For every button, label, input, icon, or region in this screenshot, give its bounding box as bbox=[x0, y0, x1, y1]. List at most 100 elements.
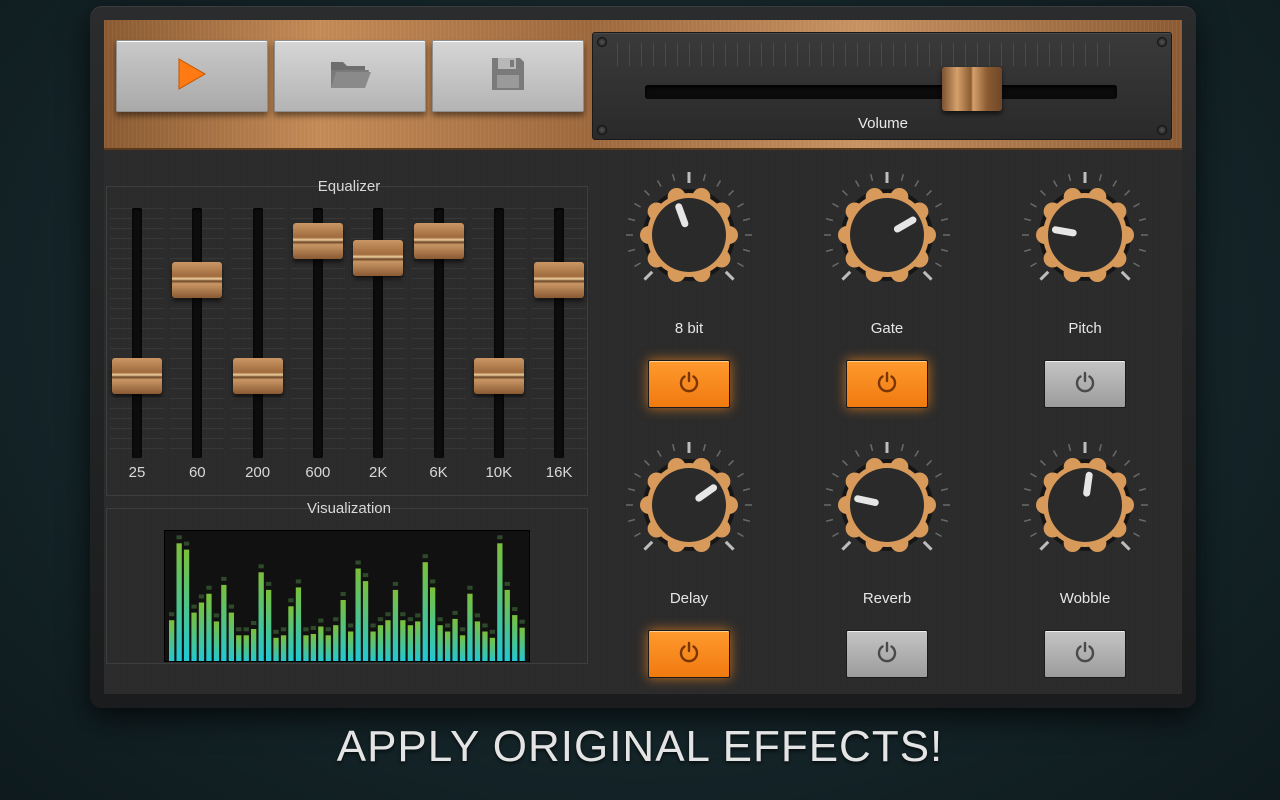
spectrum-peak bbox=[407, 617, 413, 622]
spectrum-peak bbox=[474, 613, 481, 618]
gate-power-toggle[interactable] bbox=[846, 360, 928, 408]
spectrum-bar bbox=[236, 635, 242, 661]
spectrum-bar bbox=[497, 543, 503, 661]
wobble-label: Wobble bbox=[1059, 590, 1111, 607]
spectrum-peak bbox=[303, 627, 309, 632]
eq-slider-thumb[interactable] bbox=[232, 357, 283, 394]
eq-slider-thumb[interactable] bbox=[413, 222, 464, 259]
volume-slider-thumb[interactable] bbox=[941, 67, 1002, 111]
spectrum-peak bbox=[348, 623, 354, 628]
spectrum-bar bbox=[467, 593, 473, 661]
play-button[interactable] bbox=[116, 40, 268, 112]
spectrum-bar bbox=[445, 631, 451, 661]
spectrum-peak bbox=[191, 604, 197, 609]
reverb-power-toggle[interactable] bbox=[846, 630, 928, 678]
spectrum-bar bbox=[273, 637, 279, 661]
spectrum-bar bbox=[482, 631, 488, 661]
spectrum-bar bbox=[362, 581, 369, 661]
spectrum-bar bbox=[430, 587, 436, 661]
eq-slider-thumb[interactable] bbox=[172, 261, 223, 298]
eq-band-10k bbox=[471, 208, 526, 468]
eq-slider-thumb[interactable] bbox=[534, 261, 585, 298]
eq-slider-track[interactable] bbox=[554, 208, 565, 458]
power-icon bbox=[678, 641, 700, 668]
eq-band-label: 10K bbox=[485, 464, 513, 481]
power-icon bbox=[1074, 641, 1096, 668]
spectrum-bar bbox=[340, 600, 346, 661]
spectrum-bar bbox=[348, 631, 354, 661]
delay-knob[interactable] bbox=[624, 440, 754, 570]
eq-band-label: 600 bbox=[305, 464, 331, 481]
power-icon bbox=[876, 641, 898, 668]
volume-slider-track[interactable] bbox=[645, 85, 1117, 99]
power-icon bbox=[1074, 371, 1096, 398]
spectrum-peak bbox=[467, 585, 473, 590]
pitch-power-toggle[interactable] bbox=[1044, 360, 1126, 408]
spectrum-peak bbox=[519, 619, 525, 624]
spectrum-display bbox=[164, 530, 530, 662]
wobble-knob[interactable] bbox=[1020, 440, 1150, 570]
spectrum-bar bbox=[422, 562, 428, 661]
screw-icon bbox=[1157, 37, 1167, 47]
spectrum-bar bbox=[169, 620, 175, 661]
app-screen: Volume Equalizer 25 60 200 600 2K 6K 10K 16K Vi… bbox=[104, 20, 1182, 694]
folder-open-icon bbox=[328, 58, 372, 95]
spectrum-bar bbox=[512, 615, 518, 661]
spectrum-bar bbox=[183, 549, 190, 661]
spectrum-bar bbox=[280, 635, 287, 661]
spectrum-bar bbox=[392, 589, 399, 661]
spectrum-chart bbox=[169, 535, 525, 661]
eq-band-label: 60 bbox=[188, 464, 206, 481]
eq-slider-track[interactable] bbox=[192, 208, 203, 458]
eq-slider-track[interactable] bbox=[493, 208, 504, 458]
open-file-button[interactable] bbox=[274, 40, 426, 112]
spectrum-peak bbox=[512, 607, 518, 612]
spectrum-bar bbox=[407, 625, 413, 661]
spectrum-bar bbox=[415, 621, 421, 661]
spectrum-bar bbox=[519, 627, 525, 661]
spectrum-bar bbox=[243, 635, 249, 661]
eq-slider-thumb[interactable] bbox=[473, 357, 524, 394]
spectrum-bar bbox=[504, 589, 510, 661]
spectrum-peak bbox=[392, 581, 399, 586]
eq-band-60 bbox=[170, 208, 225, 468]
save-button[interactable] bbox=[432, 40, 584, 112]
spectrum-peak bbox=[452, 610, 458, 615]
spectrum-bar bbox=[221, 584, 227, 661]
spectrum-bar bbox=[355, 568, 361, 661]
8-bit-knob[interactable] bbox=[624, 170, 754, 300]
pitch-knob[interactable] bbox=[1020, 170, 1150, 300]
spectrum-peak bbox=[310, 626, 316, 630]
gate-knob[interactable] bbox=[822, 170, 952, 300]
spectrum-peak bbox=[295, 579, 302, 584]
eq-slider-track[interactable] bbox=[132, 208, 142, 458]
eq-slider-thumb[interactable] bbox=[112, 357, 162, 394]
eq-slider-track[interactable] bbox=[252, 208, 263, 458]
spectrum-bar bbox=[198, 602, 205, 661]
spectrum-peak bbox=[183, 541, 190, 546]
spectrum-peak bbox=[280, 627, 287, 632]
delay-power-toggle[interactable] bbox=[648, 630, 730, 678]
volume-panel: Volume bbox=[592, 32, 1172, 140]
reverb-knob[interactable] bbox=[822, 440, 952, 570]
delay-label: Delay bbox=[669, 590, 709, 607]
8-bit-power-toggle[interactable] bbox=[648, 360, 730, 408]
spectrum-bar bbox=[303, 635, 309, 661]
floppy-disk-icon bbox=[490, 56, 526, 97]
eq-band-16k bbox=[532, 208, 587, 468]
eq-slider-thumb[interactable] bbox=[353, 240, 404, 277]
wobble-power-toggle[interactable] bbox=[1044, 630, 1126, 678]
spectrum-bar bbox=[370, 631, 376, 661]
spectrum-peak bbox=[437, 617, 443, 622]
spectrum-peak bbox=[400, 612, 406, 617]
spectrum-peak bbox=[385, 612, 391, 617]
spectrum-peak bbox=[422, 554, 428, 559]
spectrum-bar bbox=[213, 621, 220, 661]
eq-band-label: 2K bbox=[369, 464, 388, 481]
eq-band-label: 16K bbox=[545, 464, 573, 481]
eq-band-6k bbox=[411, 208, 466, 468]
spectrum-peak bbox=[445, 623, 451, 628]
eq-slider-thumb[interactable] bbox=[292, 222, 343, 259]
spectrum-peak bbox=[266, 581, 272, 586]
spectrum-peak bbox=[459, 627, 466, 632]
